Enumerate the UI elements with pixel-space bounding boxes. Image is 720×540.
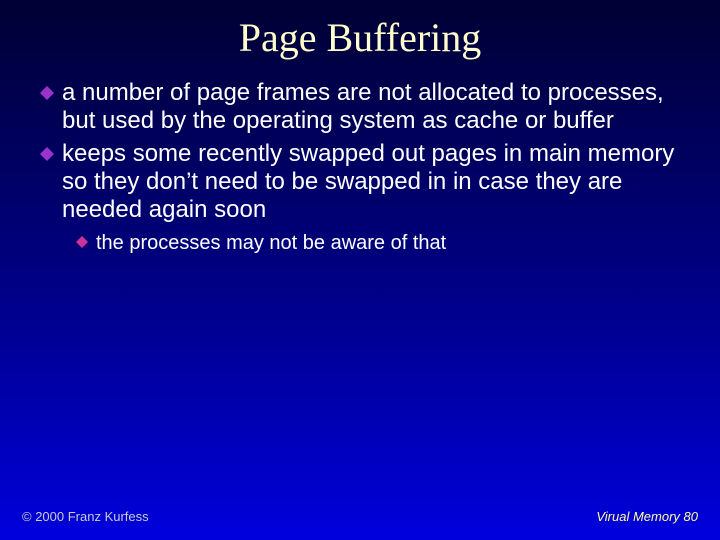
page-info-text: Virual Memory 80 [596, 509, 698, 524]
diamond-bullet-icon [40, 86, 54, 100]
slide: Page Buffering a number of page frames a… [0, 0, 720, 540]
bullet-item: a number of page frames are not allocate… [40, 79, 690, 136]
bullet-text: a number of page frames are not allocate… [62, 79, 690, 136]
bullet-item: keeps some recently swapped out pages in… [40, 140, 690, 225]
sub-bullet-item: the processes may not be aware of that [76, 231, 690, 256]
slide-content: a number of page frames are not allocate… [0, 79, 720, 256]
slide-footer: © 2000 Franz Kurfess Virual Memory 80 [0, 509, 720, 524]
sub-bullet-text: the processes may not be aware of that [96, 231, 690, 256]
diamond-bullet-icon [76, 236, 88, 248]
bullet-text: keeps some recently swapped out pages in… [62, 140, 690, 225]
copyright-text: © 2000 Franz Kurfess [22, 509, 149, 524]
slide-title: Page Buffering [0, 0, 720, 79]
diamond-bullet-icon [40, 147, 54, 161]
